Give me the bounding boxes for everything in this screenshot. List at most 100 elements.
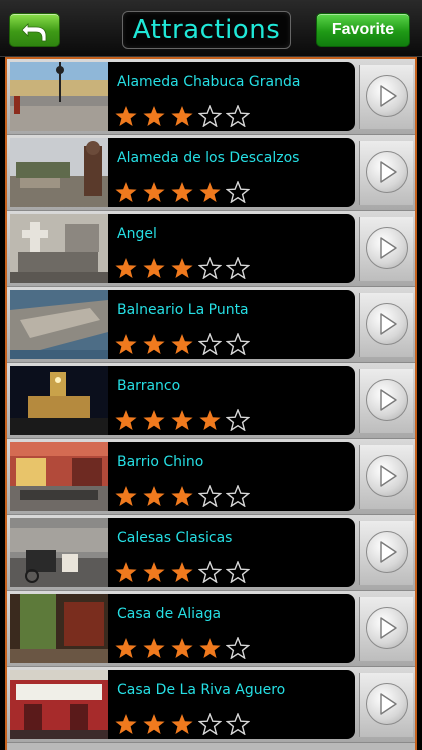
play-arrow-icon — [366, 455, 408, 497]
star-empty-icon — [197, 332, 225, 356]
detail-button[interactable] — [359, 521, 413, 585]
list-item[interactable]: Alameda Chabuca Granda — [7, 59, 415, 135]
star-filled-icon — [169, 332, 197, 356]
attraction-name: Angel — [117, 226, 157, 242]
star-filled-icon — [141, 484, 169, 508]
play-arrow-icon — [366, 227, 408, 269]
star-filled-icon — [169, 408, 197, 432]
item-info-card: Alameda Chabuca Granda — [108, 62, 355, 131]
thumbnail-image — [10, 670, 108, 739]
star-empty-icon — [225, 636, 253, 660]
play-arrow-icon — [366, 683, 408, 725]
star-filled-icon — [169, 104, 197, 128]
star-filled-icon — [169, 484, 197, 508]
item-info-card: Casa de Aliaga — [108, 594, 355, 663]
star-rating — [113, 332, 253, 356]
list-item[interactable]: Barranco — [7, 363, 415, 439]
star-filled-icon — [141, 560, 169, 584]
star-filled-icon — [169, 712, 197, 736]
star-filled-icon — [169, 560, 197, 584]
star-rating — [113, 712, 253, 736]
navigation-bar: Attractions Favorite — [0, 0, 422, 57]
list-item[interactable]: Casa De La Riva Aguero — [7, 667, 415, 743]
star-filled-icon — [141, 408, 169, 432]
star-filled-icon — [141, 180, 169, 204]
detail-button[interactable] — [359, 293, 413, 357]
attraction-name: Barrio Chino — [117, 454, 204, 470]
star-filled-icon — [113, 408, 141, 432]
item-info-card: Balneario La Punta — [108, 290, 355, 359]
item-info-card: Alameda de los Descalzos — [108, 138, 355, 207]
star-filled-icon — [141, 636, 169, 660]
star-empty-icon — [225, 256, 253, 280]
thumbnail-image — [10, 594, 108, 663]
thumbnail-image — [10, 518, 108, 587]
star-filled-icon — [141, 332, 169, 356]
detail-button[interactable] — [359, 65, 413, 129]
detail-button[interactable] — [359, 597, 413, 661]
back-button[interactable] — [9, 13, 60, 47]
thumbnail-image — [10, 290, 108, 359]
thumbnail-image — [10, 62, 108, 131]
star-filled-icon — [113, 332, 141, 356]
list-item[interactable]: Angel — [7, 211, 415, 287]
detail-button[interactable] — [359, 141, 413, 205]
thumbnail-image — [10, 138, 108, 207]
star-filled-icon — [113, 712, 141, 736]
star-empty-icon — [197, 484, 225, 508]
star-filled-icon — [197, 408, 225, 432]
star-rating — [113, 560, 253, 584]
attraction-name: Calesas Clasicas — [117, 530, 233, 546]
star-filled-icon — [113, 256, 141, 280]
star-rating — [113, 256, 253, 280]
list-item[interactable]: Calesas Clasicas — [7, 515, 415, 591]
attraction-name: Barranco — [117, 378, 181, 394]
star-empty-icon — [197, 712, 225, 736]
list-item[interactable]: Balneario La Punta — [7, 287, 415, 363]
play-arrow-icon — [366, 379, 408, 421]
star-rating — [113, 180, 253, 204]
star-filled-icon — [141, 712, 169, 736]
detail-button[interactable] — [359, 445, 413, 509]
star-filled-icon — [197, 636, 225, 660]
star-filled-icon — [113, 180, 141, 204]
list-item[interactable]: Casa de Aliaga — [7, 591, 415, 667]
item-info-card: Barranco — [108, 366, 355, 435]
back-arrow-icon — [22, 23, 47, 42]
star-filled-icon — [113, 636, 141, 660]
star-empty-icon — [225, 104, 253, 128]
play-arrow-icon — [366, 607, 408, 649]
list-item[interactable]: Alameda de los Descalzos — [7, 135, 415, 211]
page-title: Attractions — [122, 11, 291, 49]
star-rating — [113, 104, 253, 128]
star-filled-icon — [197, 180, 225, 204]
star-empty-icon — [225, 332, 253, 356]
attraction-name: Alameda de los Descalzos — [117, 150, 300, 166]
play-arrow-icon — [366, 303, 408, 345]
attraction-name: Casa de Aliaga — [117, 606, 222, 622]
item-info-card: Barrio Chino — [108, 442, 355, 511]
star-filled-icon — [141, 104, 169, 128]
star-empty-icon — [197, 256, 225, 280]
star-filled-icon — [169, 256, 197, 280]
star-empty-icon — [225, 408, 253, 432]
star-filled-icon — [113, 104, 141, 128]
detail-button[interactable] — [359, 369, 413, 433]
attraction-name: Alameda Chabuca Granda — [117, 74, 301, 90]
detail-button[interactable] — [359, 673, 413, 737]
detail-button[interactable] — [359, 217, 413, 281]
attractions-list: Alameda Chabuca Granda Alameda de los Des… — [5, 57, 417, 750]
favorite-button[interactable]: Favorite — [316, 13, 410, 47]
star-empty-icon — [197, 560, 225, 584]
item-info-card: Angel — [108, 214, 355, 283]
star-empty-icon — [197, 104, 225, 128]
list-item[interactable]: Barrio Chino — [7, 439, 415, 515]
item-info-card: Casa De La Riva Aguero — [108, 670, 355, 739]
star-rating — [113, 636, 253, 660]
star-filled-icon — [141, 256, 169, 280]
thumbnail-image — [10, 366, 108, 435]
star-rating — [113, 484, 253, 508]
star-filled-icon — [169, 636, 197, 660]
star-empty-icon — [225, 712, 253, 736]
star-filled-icon — [169, 180, 197, 204]
